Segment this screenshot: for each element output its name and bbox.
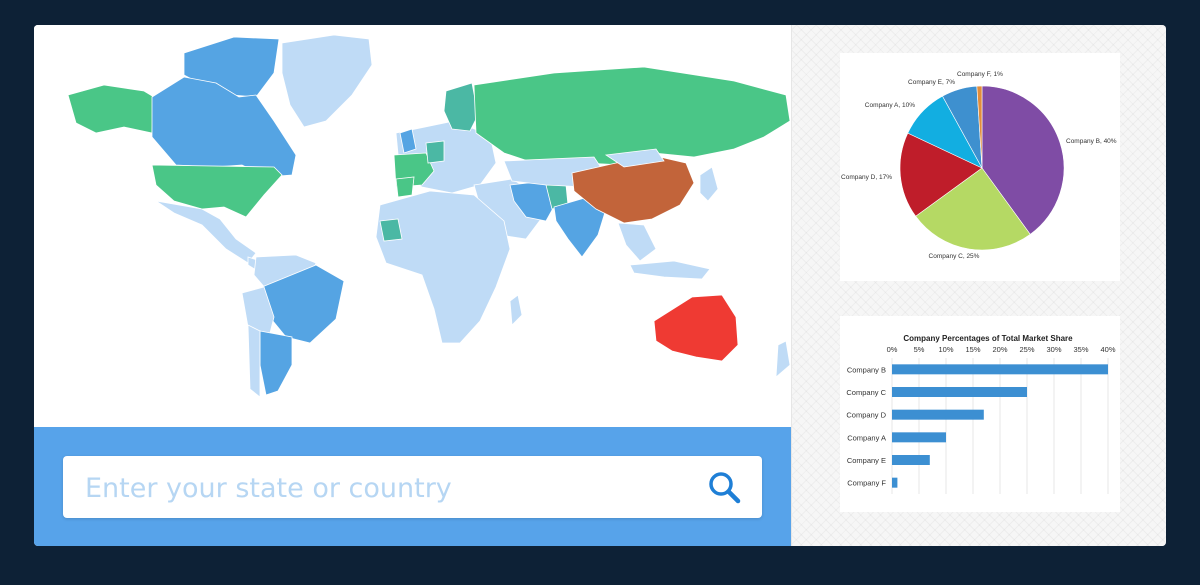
bar-company-f <box>892 477 898 488</box>
bar-tick-label: 0% <box>887 345 898 354</box>
map-region-japan[interactable] <box>699 166 719 202</box>
map-region-southeast-asia[interactable] <box>617 222 657 262</box>
bar-company-b <box>892 364 1108 375</box>
map-region-new-zealand[interactable] <box>775 340 791 378</box>
bar-category-label: Company C <box>846 388 886 397</box>
map-region-madagascar[interactable] <box>509 294 523 326</box>
bar-category-label: Company D <box>846 411 886 420</box>
bar-tick-label: 40% <box>1100 345 1115 354</box>
map-region-africa[interactable] <box>375 190 511 344</box>
bar-company-d <box>892 409 984 420</box>
bar-company-c <box>892 387 1027 397</box>
map-region-greenland[interactable] <box>281 34 373 128</box>
bar-chart-title: Company Percentages of Total Market Shar… <box>903 334 1073 343</box>
bar-category-label: Company A <box>847 433 886 442</box>
bar-tick-label: 35% <box>1073 345 1088 354</box>
bar-tick-label: 20% <box>992 345 1007 354</box>
pie-label: Company E, 7% <box>908 79 955 86</box>
charts-sidebar: Company B, 40% Company C, 25% Company D, 1… <box>791 25 1166 546</box>
pie-label: Company D, 17% <box>841 174 892 181</box>
search-band <box>34 427 791 546</box>
search-box <box>63 456 762 518</box>
bar-tick-label: 15% <box>965 345 980 354</box>
pie-chart: Company B, 40% Company C, 25% Company D, 1… <box>841 71 1117 260</box>
map-region-alaska[interactable] <box>67 84 155 134</box>
search-input[interactable] <box>83 466 687 510</box>
pie-chart-card: Company B, 40% Company C, 25% Company D, 1… <box>840 53 1120 281</box>
bar-tick-label: 10% <box>938 345 953 354</box>
bar-company-e <box>892 455 930 465</box>
map-region-indonesia[interactable] <box>629 260 711 280</box>
bar-category-label: Company F <box>847 479 886 488</box>
map-region-russia[interactable] <box>473 66 791 166</box>
search-icon[interactable] <box>708 471 742 505</box>
world-map[interactable] <box>34 25 791 427</box>
bar-company-a <box>892 432 946 443</box>
map-region-australia[interactable] <box>653 294 739 362</box>
world-map-panel <box>34 25 791 427</box>
pie-label: Company A, 10% <box>865 102 915 109</box>
map-region-chile[interactable] <box>247 324 261 398</box>
pie-label: Company F, 1% <box>957 71 1003 78</box>
map-region-canada[interactable] <box>151 76 297 178</box>
bar-chart: Company Percentages of Total Market Shar… <box>846 334 1116 494</box>
bar-chart-card: Company Percentages of Total Market Shar… <box>840 316 1120 512</box>
bar-tick-label: 30% <box>1046 345 1061 354</box>
map-region-germany[interactable] <box>425 140 445 164</box>
map-region-mauritania[interactable] <box>379 218 403 242</box>
map-region-argentina[interactable] <box>259 330 293 396</box>
map-region-morocco[interactable] <box>395 176 415 198</box>
bar-category-label: Company E <box>847 456 886 465</box>
pie-label: Company B, 40% <box>1066 138 1117 145</box>
dashboard-card: Company B, 40% Company C, 25% Company D, 1… <box>34 25 1166 546</box>
bar-tick-label: 25% <box>1019 345 1034 354</box>
bar-category-label: Company B <box>847 365 886 374</box>
pie-label: Company C, 25% <box>929 253 980 260</box>
bar-tick-label: 5% <box>914 345 925 354</box>
